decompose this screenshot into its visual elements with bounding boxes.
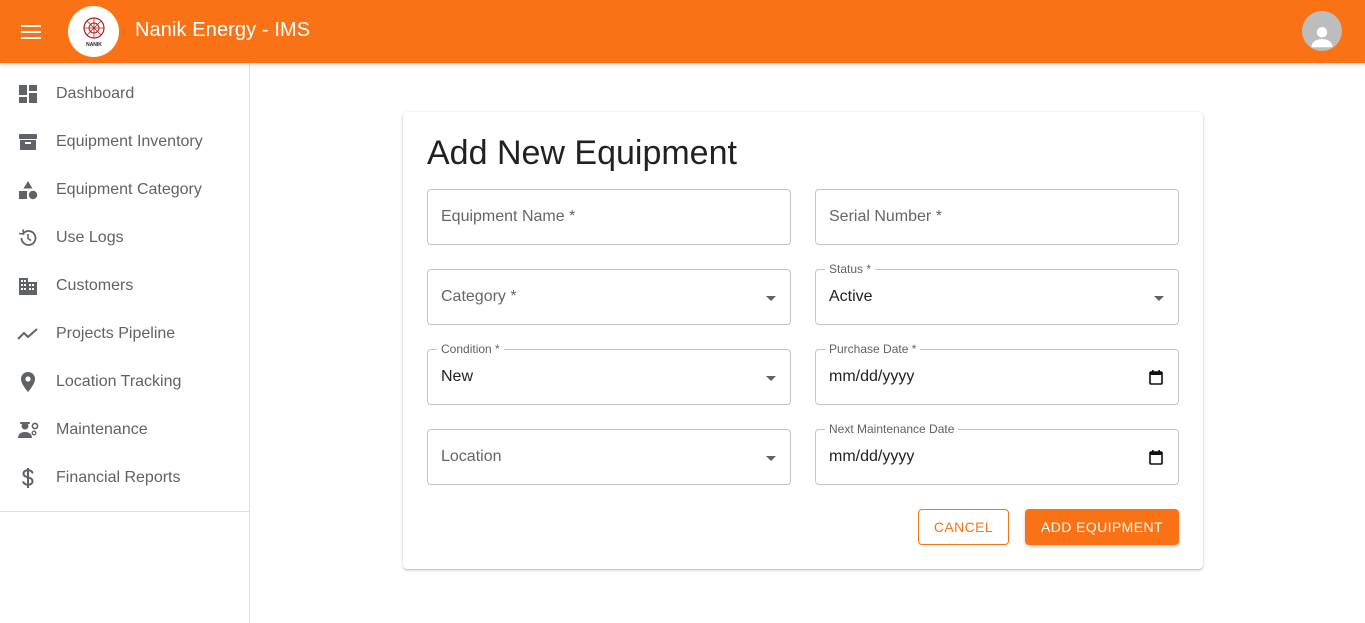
menu-button[interactable] bbox=[16, 17, 46, 47]
sidebar-item-label: Dashboard bbox=[56, 85, 135, 102]
dropdown-arrow-icon bbox=[766, 376, 776, 381]
purchase-date-value: mm/dd/yyyy bbox=[829, 368, 915, 385]
dropdown-arrow-icon bbox=[1154, 296, 1164, 301]
next-maintenance-date-input[interactable]: Next Maintenance Date mm/dd/yyyy bbox=[815, 422, 1179, 485]
sidebar-item-label: Maintenance bbox=[56, 421, 148, 438]
location-pin-icon bbox=[16, 370, 40, 394]
svg-text:NANIK: NANIK bbox=[86, 42, 102, 48]
sidebar-item-financial-reports[interactable]: Financial Reports bbox=[0, 454, 249, 502]
next-maintenance-date-value: mm/dd/yyyy bbox=[829, 448, 915, 465]
category-icon bbox=[16, 178, 40, 202]
status-select[interactable]: Status * Active bbox=[815, 262, 1179, 325]
app-bar: NANIK Nanik Energy - IMS bbox=[0, 0, 1365, 63]
sidebar-item-label: Customers bbox=[56, 277, 134, 294]
condition-select[interactable]: Condition * New bbox=[427, 342, 791, 405]
condition-label: Condition * bbox=[437, 342, 504, 356]
status-value: Active bbox=[829, 288, 873, 305]
equipment-name-input[interactable]: Equipment Name * bbox=[427, 189, 791, 245]
sidebar-item-label: Projects Pipeline bbox=[56, 325, 176, 342]
sidebar-item-equipment-inventory[interactable]: Equipment Inventory bbox=[0, 118, 249, 166]
sidebar-item-location-tracking[interactable]: Location Tracking bbox=[0, 358, 249, 406]
trending-icon bbox=[16, 322, 40, 346]
sidebar-item-projects-pipeline[interactable]: Projects Pipeline bbox=[0, 310, 249, 358]
location-select[interactable]: Location bbox=[427, 429, 791, 485]
category-select[interactable]: Category * bbox=[427, 269, 791, 325]
user-avatar[interactable] bbox=[1302, 11, 1342, 51]
app-title: Nanik Energy - IMS bbox=[135, 19, 311, 41]
calendar-icon[interactable] bbox=[1149, 370, 1163, 390]
add-equipment-card: Add New Equipment Equipment Name * Seria… bbox=[403, 112, 1203, 569]
sidebar-item-label: Use Logs bbox=[56, 229, 124, 246]
sidebar-item-label: Location Tracking bbox=[56, 373, 182, 390]
equipment-name-placeholder: Equipment Name * bbox=[441, 208, 576, 225]
company-logo: NANIK bbox=[68, 6, 119, 57]
sidebar-item-label: Equipment Inventory bbox=[56, 133, 203, 150]
engineering-icon bbox=[16, 418, 40, 442]
add-equipment-button[interactable]: ADD EQUIPMENT bbox=[1025, 509, 1179, 545]
sidebar: Dashboard Equipment Inventory Equipment … bbox=[0, 63, 250, 623]
category-placeholder: Category * bbox=[441, 288, 517, 305]
serial-number-input[interactable]: Serial Number * bbox=[815, 189, 1179, 245]
sidebar-item-label: Financial Reports bbox=[56, 469, 181, 486]
inventory-icon bbox=[16, 130, 40, 154]
purchase-date-input[interactable]: Purchase Date * mm/dd/yyyy bbox=[815, 342, 1179, 405]
sidebar-item-customers[interactable]: Customers bbox=[0, 262, 249, 310]
calendar-icon[interactable] bbox=[1149, 450, 1163, 470]
purchase-date-label: Purchase Date * bbox=[825, 342, 921, 356]
hamburger-menu-icon bbox=[21, 25, 41, 39]
person-icon bbox=[1311, 27, 1333, 48]
status-label: Status * bbox=[825, 262, 876, 276]
location-placeholder: Location bbox=[441, 448, 502, 465]
sidebar-item-equipment-category[interactable]: Equipment Category bbox=[0, 166, 249, 214]
sidebar-item-maintenance[interactable]: Maintenance bbox=[0, 406, 249, 454]
dropdown-arrow-icon bbox=[766, 456, 776, 461]
sidebar-item-label: Equipment Category bbox=[56, 181, 202, 198]
cancel-button[interactable]: CANCEL bbox=[918, 509, 1009, 545]
dropdown-arrow-icon bbox=[766, 296, 776, 301]
sidebar-nav-list: Dashboard Equipment Inventory Equipment … bbox=[0, 63, 249, 512]
sidebar-item-use-logs[interactable]: Use Logs bbox=[0, 214, 249, 262]
sidebar-item-dashboard[interactable]: Dashboard bbox=[0, 70, 249, 118]
next-maintenance-date-label: Next Maintenance Date bbox=[825, 422, 959, 436]
page-title: Add New Equipment bbox=[427, 134, 737, 172]
building-icon bbox=[16, 274, 40, 298]
dollar-icon bbox=[16, 466, 40, 490]
serial-number-placeholder: Serial Number * bbox=[829, 208, 942, 225]
history-icon bbox=[16, 226, 40, 250]
dashboard-icon bbox=[16, 82, 40, 106]
logo-emblem-icon: NANIK bbox=[82, 16, 105, 48]
condition-value: New bbox=[441, 368, 474, 385]
